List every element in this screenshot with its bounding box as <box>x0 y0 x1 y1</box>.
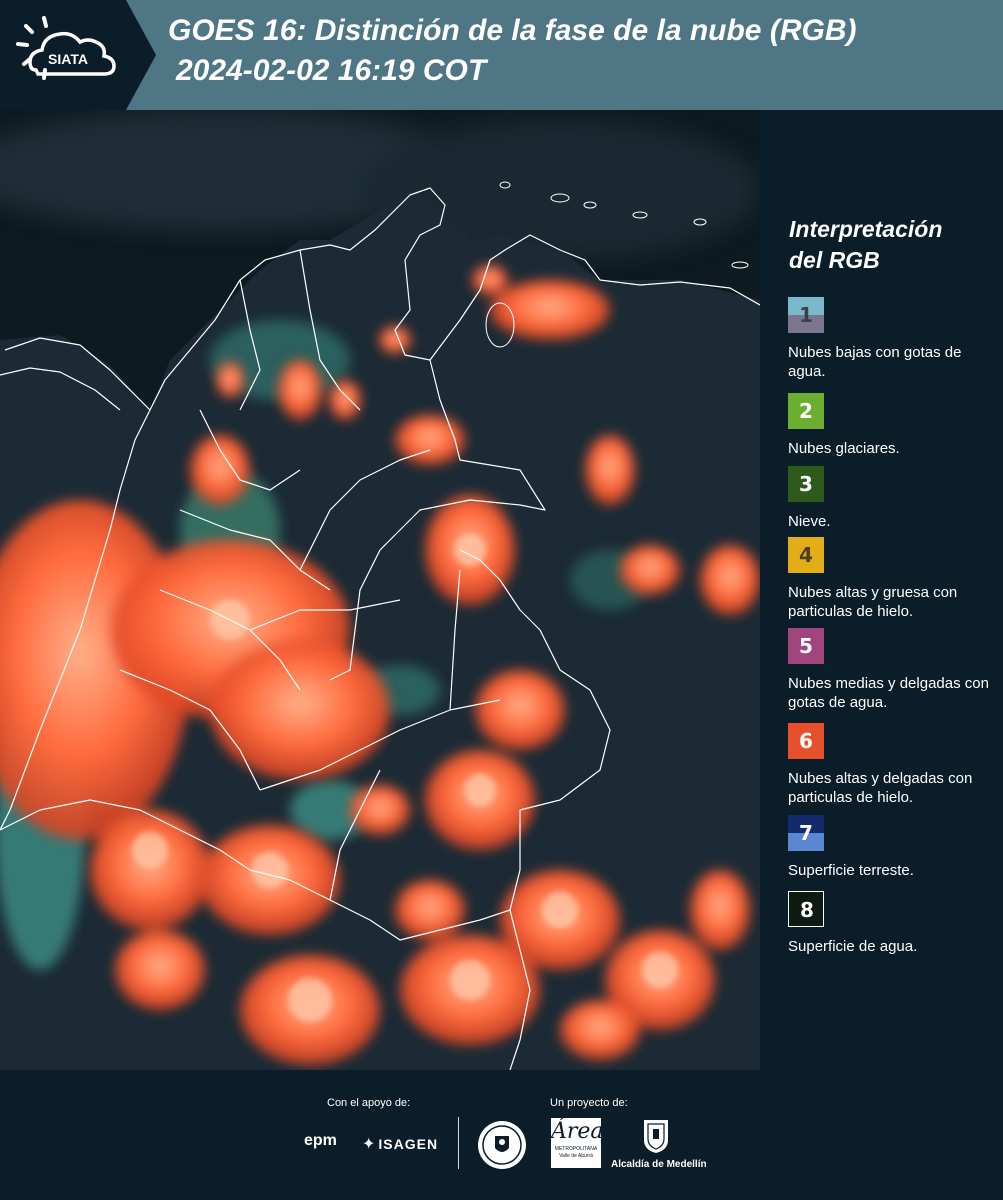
legend-number: 2 <box>799 399 813 423</box>
legend-swatch-5: 5 <box>788 628 824 664</box>
siata-logo-text: SIATA <box>48 51 88 67</box>
legend-item-8: 8 Superficie de agua. <box>788 891 1003 956</box>
legend-item-3: 3 Nieve. <box>788 466 1003 531</box>
legend-item-4: 4 Nubes altas y gruesa con particulas de … <box>788 537 1003 621</box>
area-metropolitana-logo: Área METROPOLITANA Valle de Aburrá <box>551 1118 604 1168</box>
satellite-map[interactable] <box>0 110 760 1070</box>
isagen-star-icon: ✦ <box>362 1136 377 1153</box>
legend-swatch-8: 8 <box>788 891 824 927</box>
alcaldia-shield-icon <box>644 1120 668 1153</box>
legend-title-line2: del RGB <box>789 247 880 273</box>
legend-label: Nubes bajas con gotas de agua. <box>788 344 962 380</box>
legend-number: 6 <box>799 729 813 753</box>
legend-title-line1: Interpretación <box>789 216 943 242</box>
epm-logo: epm <box>304 1132 337 1149</box>
legend-number: 8 <box>800 898 814 922</box>
alcaldia-label: Alcaldía de Medellín <box>611 1159 707 1170</box>
legend-label: Nubes altas y gruesa con particulas de h… <box>788 584 958 620</box>
legend-swatch-4: 4 <box>788 537 824 573</box>
legend-item-5: 5 Nubes medias y delgadas con gotas de ag… <box>788 628 1003 712</box>
page-subtitle-timestamp: 2024-02-02 16:19 COT <box>176 54 487 87</box>
legend-item-1: 1 Nubes bajas con gotas de agua. <box>788 297 1003 381</box>
legend-item-6: 6 Nubes altas y delgadas con particulas d… <box>788 723 1003 807</box>
legend-number: 7 <box>799 821 813 845</box>
isagen-text: ISAGEN <box>378 1136 439 1152</box>
legend-label: Nubes medias y delgadas con gotas de agu… <box>788 675 989 711</box>
isagen-logo: ✦ ISAGEN <box>362 1134 438 1154</box>
legend-swatch-6: 6 <box>788 723 824 759</box>
legend-label: Nieve. <box>788 513 831 530</box>
legend-label: Nubes altas y delgadas con particulas de… <box>788 770 973 806</box>
legend-swatch-2: 2 <box>788 393 824 429</box>
legend-label: Nubes glaciares. <box>788 440 900 457</box>
footer-bar: Con el apoyo de: Un proyecto de: epm ✦ IS… <box>0 1070 1003 1200</box>
area-logo-line2: Valle de Aburrá <box>559 1153 593 1159</box>
legend-label: Superficie de agua. <box>788 938 918 955</box>
legend-label: Superficie terreste. <box>788 862 914 879</box>
legend-number: 3 <box>799 472 813 496</box>
page-title: GOES 16: Distinción de la fase de la nub… <box>168 14 857 47</box>
legend-swatch-3: 3 <box>788 466 824 502</box>
legend-panel: Interpretación del RGB 1 Nubes bajas con … <box>760 110 1003 1070</box>
legend-title: Interpretación del RGB <box>789 214 999 276</box>
legend-number: 1 <box>799 303 813 327</box>
legend-swatch-1: 1 <box>788 297 824 333</box>
logo-arrow-shape <box>126 0 156 110</box>
legend-number: 5 <box>799 634 813 658</box>
support-label: Con el apoyo de: <box>327 1097 411 1109</box>
legend-item-7: 7 Superficie terreste. <box>788 815 1003 880</box>
header-bar: SIATA GOES 16: Distinción de la fase de … <box>0 0 1003 110</box>
legend-swatch-7: 7 <box>788 815 824 851</box>
project-label: Un proyecto de: <box>550 1097 628 1109</box>
legend-item-2: 2 Nubes glaciares. <box>788 393 1003 458</box>
area-logo-line1: METROPOLITANA <box>554 1146 598 1152</box>
area-logo-mark: Área <box>551 1119 604 1144</box>
government-seal-icon <box>478 1121 526 1169</box>
legend-number: 4 <box>799 543 813 567</box>
siata-logo-icon: SIATA <box>16 16 116 80</box>
footer-divider <box>458 1117 459 1169</box>
